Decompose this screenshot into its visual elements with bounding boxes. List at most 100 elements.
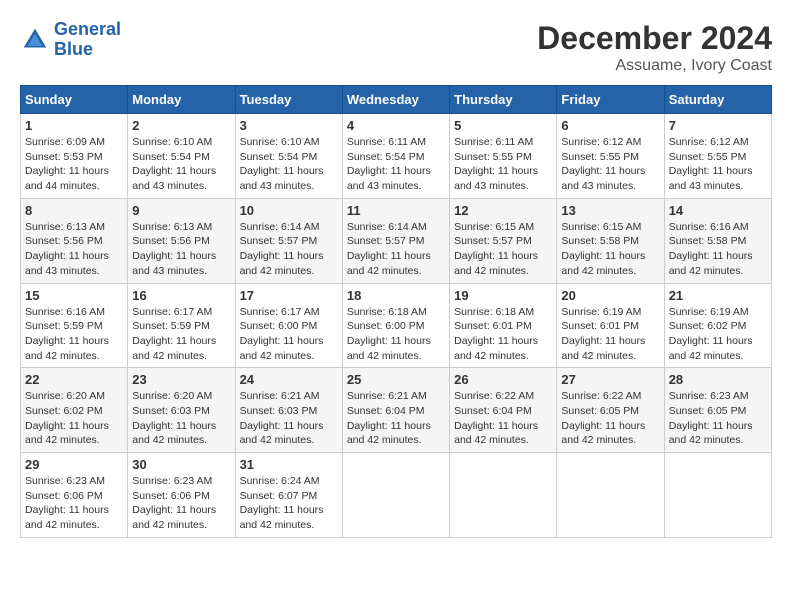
- daylight-label: Daylight: 11 hours and 42 minutes.: [132, 504, 216, 531]
- calendar-day-cell: 24 Sunrise: 6:21 AM Sunset: 6:03 PM Dayl…: [235, 368, 342, 453]
- sunrise-label: Sunrise: 6:20 AM: [25, 390, 105, 402]
- daylight-label: Daylight: 11 hours and 42 minutes.: [454, 420, 538, 447]
- sunrise-label: Sunrise: 6:23 AM: [669, 390, 749, 402]
- daylight-label: Daylight: 11 hours and 42 minutes.: [240, 504, 324, 531]
- sunrise-label: Sunrise: 6:19 AM: [561, 306, 641, 318]
- daylight-label: Daylight: 11 hours and 42 minutes.: [25, 335, 109, 362]
- daylight-label: Daylight: 11 hours and 42 minutes.: [240, 420, 324, 447]
- weekday-header: Monday: [128, 86, 235, 114]
- calendar-day-cell: 10 Sunrise: 6:14 AM Sunset: 5:57 PM Dayl…: [235, 198, 342, 283]
- day-number: 11: [347, 203, 445, 218]
- sunrise-label: Sunrise: 6:09 AM: [25, 136, 105, 148]
- daylight-label: Daylight: 11 hours and 42 minutes.: [669, 250, 753, 277]
- day-info: Sunrise: 6:15 AM Sunset: 5:57 PM Dayligh…: [454, 220, 552, 279]
- calendar-day-cell: 7 Sunrise: 6:12 AM Sunset: 5:55 PM Dayli…: [664, 114, 771, 199]
- daylight-label: Daylight: 11 hours and 43 minutes.: [25, 250, 109, 277]
- day-info: Sunrise: 6:12 AM Sunset: 5:55 PM Dayligh…: [561, 135, 659, 194]
- weekday-header: Sunday: [21, 86, 128, 114]
- title-block: December 2024 Assuame, Ivory Coast: [537, 20, 772, 75]
- daylight-label: Daylight: 11 hours and 42 minutes.: [240, 250, 324, 277]
- calendar-day-cell: 27 Sunrise: 6:22 AM Sunset: 6:05 PM Dayl…: [557, 368, 664, 453]
- day-info: Sunrise: 6:18 AM Sunset: 6:01 PM Dayligh…: [454, 305, 552, 364]
- day-number: 2: [132, 118, 230, 133]
- day-number: 16: [132, 288, 230, 303]
- sunrise-label: Sunrise: 6:15 AM: [561, 221, 641, 233]
- sunset-label: Sunset: 5:55 PM: [669, 151, 747, 163]
- calendar-day-cell: 19 Sunrise: 6:18 AM Sunset: 6:01 PM Dayl…: [450, 283, 557, 368]
- daylight-label: Daylight: 11 hours and 42 minutes.: [347, 250, 431, 277]
- sunrise-label: Sunrise: 6:24 AM: [240, 475, 320, 487]
- day-info: Sunrise: 6:17 AM Sunset: 5:59 PM Dayligh…: [132, 305, 230, 364]
- day-info: Sunrise: 6:21 AM Sunset: 6:03 PM Dayligh…: [240, 389, 338, 448]
- day-number: 20: [561, 288, 659, 303]
- day-number: 5: [454, 118, 552, 133]
- day-number: 22: [25, 372, 123, 387]
- day-number: 21: [669, 288, 767, 303]
- sunset-label: Sunset: 5:53 PM: [25, 151, 103, 163]
- sunset-label: Sunset: 6:04 PM: [454, 405, 532, 417]
- day-number: 7: [669, 118, 767, 133]
- day-info: Sunrise: 6:20 AM Sunset: 6:03 PM Dayligh…: [132, 389, 230, 448]
- sunrise-label: Sunrise: 6:20 AM: [132, 390, 212, 402]
- daylight-label: Daylight: 11 hours and 42 minutes.: [347, 335, 431, 362]
- calendar-day-cell: 4 Sunrise: 6:11 AM Sunset: 5:54 PM Dayli…: [342, 114, 449, 199]
- logo-text: General Blue: [54, 20, 121, 60]
- calendar-day-cell: 8 Sunrise: 6:13 AM Sunset: 5:56 PM Dayli…: [21, 198, 128, 283]
- day-number: 24: [240, 372, 338, 387]
- calendar-day-cell: 11 Sunrise: 6:14 AM Sunset: 5:57 PM Dayl…: [342, 198, 449, 283]
- sunrise-label: Sunrise: 6:13 AM: [132, 221, 212, 233]
- sunset-label: Sunset: 6:03 PM: [240, 405, 318, 417]
- day-info: Sunrise: 6:14 AM Sunset: 5:57 PM Dayligh…: [347, 220, 445, 279]
- daylight-label: Daylight: 11 hours and 42 minutes.: [25, 420, 109, 447]
- sunrise-label: Sunrise: 6:21 AM: [240, 390, 320, 402]
- calendar-day-cell: 31 Sunrise: 6:24 AM Sunset: 6:07 PM Dayl…: [235, 453, 342, 538]
- daylight-label: Daylight: 11 hours and 43 minutes.: [347, 165, 431, 192]
- sunset-label: Sunset: 6:05 PM: [669, 405, 747, 417]
- day-number: 14: [669, 203, 767, 218]
- day-number: 3: [240, 118, 338, 133]
- daylight-label: Daylight: 11 hours and 42 minutes.: [561, 335, 645, 362]
- calendar-header-row: SundayMondayTuesdayWednesdayThursdayFrid…: [21, 86, 772, 114]
- sunrise-label: Sunrise: 6:19 AM: [669, 306, 749, 318]
- calendar-day-cell: 17 Sunrise: 6:17 AM Sunset: 6:00 PM Dayl…: [235, 283, 342, 368]
- sunrise-label: Sunrise: 6:17 AM: [240, 306, 320, 318]
- day-number: 4: [347, 118, 445, 133]
- day-number: 28: [669, 372, 767, 387]
- day-number: 25: [347, 372, 445, 387]
- sunrise-label: Sunrise: 6:10 AM: [132, 136, 212, 148]
- calendar-day-cell: 22 Sunrise: 6:20 AM Sunset: 6:02 PM Dayl…: [21, 368, 128, 453]
- sunset-label: Sunset: 6:02 PM: [669, 320, 747, 332]
- calendar-week-row: 15 Sunrise: 6:16 AM Sunset: 5:59 PM Dayl…: [21, 283, 772, 368]
- sunset-label: Sunset: 5:54 PM: [347, 151, 425, 163]
- day-number: 9: [132, 203, 230, 218]
- day-info: Sunrise: 6:21 AM Sunset: 6:04 PM Dayligh…: [347, 389, 445, 448]
- calendar-day-cell: 30 Sunrise: 6:23 AM Sunset: 6:06 PM Dayl…: [128, 453, 235, 538]
- daylight-label: Daylight: 11 hours and 43 minutes.: [132, 165, 216, 192]
- daylight-label: Daylight: 11 hours and 42 minutes.: [132, 420, 216, 447]
- day-info: Sunrise: 6:11 AM Sunset: 5:55 PM Dayligh…: [454, 135, 552, 194]
- day-info: Sunrise: 6:22 AM Sunset: 6:05 PM Dayligh…: [561, 389, 659, 448]
- sunrise-label: Sunrise: 6:23 AM: [25, 475, 105, 487]
- day-info: Sunrise: 6:10 AM Sunset: 5:54 PM Dayligh…: [132, 135, 230, 194]
- daylight-label: Daylight: 11 hours and 43 minutes.: [454, 165, 538, 192]
- daylight-label: Daylight: 11 hours and 42 minutes.: [240, 335, 324, 362]
- sunset-label: Sunset: 5:56 PM: [132, 235, 210, 247]
- logo-icon: [20, 25, 50, 55]
- sunrise-label: Sunrise: 6:22 AM: [454, 390, 534, 402]
- calendar-day-cell: 23 Sunrise: 6:20 AM Sunset: 6:03 PM Dayl…: [128, 368, 235, 453]
- sunrise-label: Sunrise: 6:22 AM: [561, 390, 641, 402]
- calendar-day-cell: 16 Sunrise: 6:17 AM Sunset: 5:59 PM Dayl…: [128, 283, 235, 368]
- day-info: Sunrise: 6:19 AM Sunset: 6:01 PM Dayligh…: [561, 305, 659, 364]
- day-number: 31: [240, 457, 338, 472]
- day-info: Sunrise: 6:22 AM Sunset: 6:04 PM Dayligh…: [454, 389, 552, 448]
- daylight-label: Daylight: 11 hours and 42 minutes.: [669, 335, 753, 362]
- daylight-label: Daylight: 11 hours and 44 minutes.: [25, 165, 109, 192]
- day-info: Sunrise: 6:18 AM Sunset: 6:00 PM Dayligh…: [347, 305, 445, 364]
- day-info: Sunrise: 6:16 AM Sunset: 5:58 PM Dayligh…: [669, 220, 767, 279]
- sunrise-label: Sunrise: 6:15 AM: [454, 221, 534, 233]
- sunset-label: Sunset: 5:54 PM: [132, 151, 210, 163]
- weekday-header: Tuesday: [235, 86, 342, 114]
- sunset-label: Sunset: 5:59 PM: [132, 320, 210, 332]
- day-info: Sunrise: 6:10 AM Sunset: 5:54 PM Dayligh…: [240, 135, 338, 194]
- logo-line2: Blue: [54, 39, 93, 59]
